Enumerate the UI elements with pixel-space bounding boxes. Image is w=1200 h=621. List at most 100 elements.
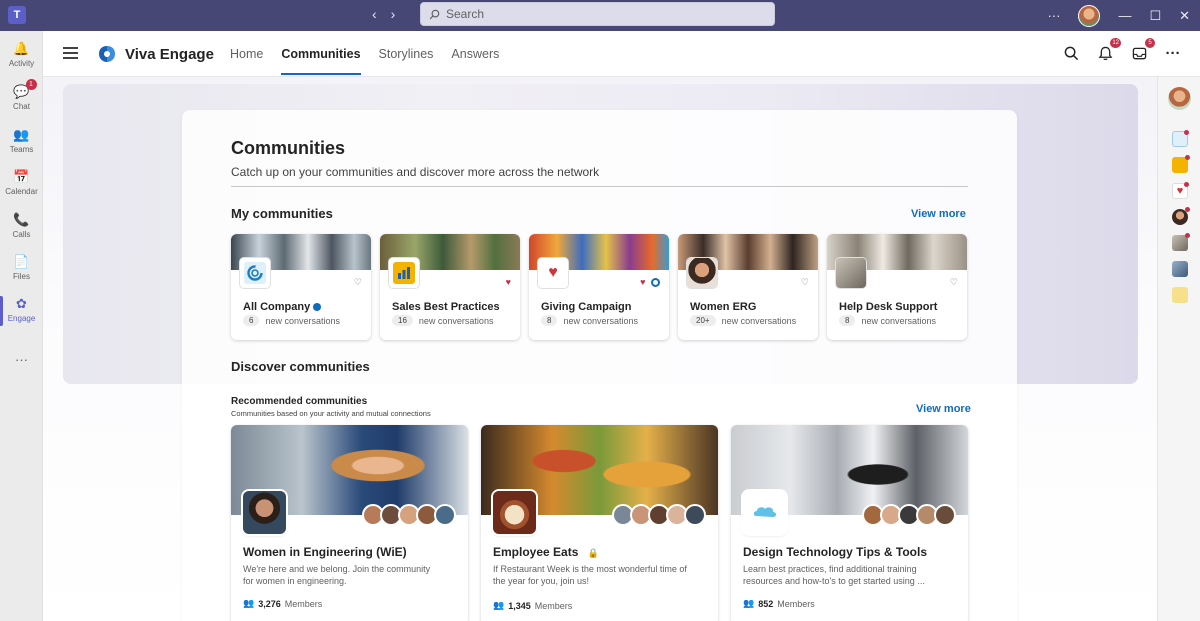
rail-item-engage[interactable]: ✿ Engage (0, 296, 43, 326)
forward-arrow-icon[interactable]: › (391, 6, 396, 22)
title-bar: T ‹ › Search ··· — ☐ ✕ (0, 0, 1200, 31)
rail-item-calls[interactable]: 📞 Calls (0, 212, 43, 240)
rail-more-apps[interactable]: ··· (0, 352, 43, 367)
people-icon: 👥 (243, 598, 255, 608)
teams-icon: 👥 (13, 126, 30, 142)
community-name: All Company (243, 301, 322, 313)
community-card-women-erg[interactable]: ♡ Women ERG 20+ new conversations (678, 234, 818, 340)
right-rail: ♥ (1157, 77, 1200, 621)
tab-home[interactable]: Home (230, 31, 263, 77)
inbox-icon (1132, 47, 1146, 59)
member-facepile (612, 504, 706, 526)
giving-app-icon[interactable]: ♥ (1172, 182, 1189, 199)
viva-engage-logo-icon (99, 46, 115, 62)
inbox-button[interactable]: 5 (1130, 38, 1155, 62)
back-arrow-icon[interactable]: ‹ (372, 6, 377, 22)
recommended-card-design-technology[interactable]: Design Technology Tips & Tools Learn bes… (731, 425, 968, 621)
help-desk-photo-icon (836, 258, 866, 288)
recommended-view-more-link[interactable]: View more (916, 403, 971, 415)
rail-item-activity[interactable]: 🔔 Activity (0, 40, 43, 69)
user-avatar[interactable] (1078, 4, 1101, 27)
tab-storylines[interactable]: Storylines (379, 31, 434, 77)
heart-balloon-icon: ♥ (538, 258, 568, 288)
search-button[interactable] (1062, 44, 1080, 62)
chat-icon: 💬 1 (13, 79, 37, 99)
community-name: Giving Campaign (541, 301, 632, 313)
women-in-engineering-icon (243, 491, 286, 534)
rail-label: Files (13, 272, 30, 281)
bell-icon: 🔔 (13, 40, 30, 56)
rail-label: Calls (12, 230, 31, 239)
bell-icon (1098, 46, 1112, 60)
community-card-help-desk-support[interactable]: ♡ Help Desk Support 8 new conversations (827, 234, 967, 340)
favorite-heart-icon[interactable]: ♡ (801, 277, 809, 288)
new-conversations-count: 20+ new conversations (690, 315, 796, 326)
favorite-heart-filled-icon[interactable]: ♥ (506, 277, 511, 287)
community-name: Women ERG (690, 301, 757, 313)
community-name: Women in Engineering (WiE) (243, 545, 407, 559)
my-communities-heading: My communities (231, 206, 333, 221)
teams-logo-icon: T (8, 6, 26, 24)
community-card-sales-best-practices[interactable]: ♥ Sales Best Practices 16 new conversatio… (380, 234, 520, 340)
page-subtitle: Catch up on your communities and discove… (231, 165, 600, 179)
sales-chart-icon (389, 258, 419, 288)
minimize-button[interactable]: — (1118, 8, 1131, 23)
app-title: Viva Engage (125, 46, 214, 63)
inbox-badge: 5 (1145, 38, 1155, 48)
calendar-icon: 📅 (13, 168, 30, 184)
sales-app-icon[interactable] (1172, 155, 1190, 173)
employee-eats-icon (493, 491, 536, 534)
top-nav: Home Communities Storylines Answers (230, 31, 499, 77)
rail-item-calendar[interactable]: 📅 Calendar (0, 168, 43, 197)
communities-panel: Communities Catch up on your communities… (182, 110, 1017, 621)
women-erg-app-icon[interactable] (1172, 207, 1190, 225)
new-conversations-count: 6 new conversations (243, 315, 340, 326)
people-icon: 👥 (493, 600, 505, 610)
private-lock-icon: 🔒 (587, 548, 599, 558)
member-count: 👥 3,276 Members (243, 598, 323, 609)
recommended-card-employee-eats[interactable]: Employee Eats 🔒 If Restaurant Week is th… (481, 425, 718, 621)
favorite-heart-icon[interactable]: ♡ (950, 277, 958, 288)
new-conversations-count: 16 new conversations (392, 315, 493, 326)
tab-answers[interactable]: Answers (451, 31, 499, 77)
app-header: Viva Engage Home Communities Storylines … (43, 31, 1200, 77)
rail-label: Activity (8, 59, 35, 68)
header-actions: 12 5 ··· (1062, 38, 1182, 62)
more-options-icon[interactable]: ··· (1164, 44, 1182, 62)
rail-item-chat[interactable]: 💬 1 Chat (0, 79, 43, 111)
divider (231, 186, 968, 187)
member-count: 👥 1,345 Members (493, 600, 573, 611)
tips-app-icon[interactable] (1172, 287, 1188, 303)
community-name: Design Technology Tips & Tools (743, 545, 928, 559)
global-search-input[interactable]: Search (420, 2, 775, 26)
rail-item-files[interactable]: 📄 Files (0, 254, 43, 282)
people-icon: 👥 (743, 598, 755, 608)
window-controls: ··· — ☐ ✕ (1047, 0, 1190, 31)
tab-communities[interactable]: Communities (281, 31, 361, 77)
member-count: 👥 852 Members (743, 598, 815, 609)
design-technology-icon (743, 491, 786, 534)
all-company-app-icon[interactable] (1172, 130, 1189, 147)
app-rail: 🔔 Activity 💬 1 Chat 👥 Teams 📅 Calendar 📞 … (0, 31, 43, 621)
menu-icon[interactable] (63, 47, 78, 59)
user-avatar[interactable] (1168, 87, 1191, 110)
member-facepile (362, 504, 456, 526)
notifications-button[interactable]: 12 (1096, 38, 1121, 62)
help-desk-app-icon[interactable] (1172, 233, 1190, 251)
notification-badge: 12 (1110, 38, 1121, 48)
community-card-giving-campaign[interactable]: ♥ ♥ Giving Campaign 8 new conversations (529, 234, 669, 340)
favorite-heart-icon[interactable]: ♡ (354, 277, 362, 288)
favorite-heart-filled-icon[interactable]: ♥ (640, 277, 660, 288)
my-communities-view-more-link[interactable]: View more (911, 208, 966, 220)
main-content: Communities Catch up on your communities… (43, 77, 1157, 621)
more-options-icon[interactable]: ··· (1047, 8, 1060, 23)
engineering-app-icon[interactable] (1172, 261, 1188, 277)
close-button[interactable]: ✕ (1179, 8, 1190, 24)
recommended-card-women-in-engineering[interactable]: Women in Engineering (WiE) We're here an… (231, 425, 468, 621)
search-placeholder: Search (446, 7, 485, 21)
community-name: Sales Best Practices (392, 301, 500, 313)
maximize-button[interactable]: ☐ (1149, 8, 1161, 24)
new-conversations-count: 8 new conversations (541, 315, 638, 326)
rail-item-teams[interactable]: 👥 Teams (0, 126, 43, 155)
community-card-all-company[interactable]: ♡ All Company 6 new conversations (231, 234, 371, 340)
